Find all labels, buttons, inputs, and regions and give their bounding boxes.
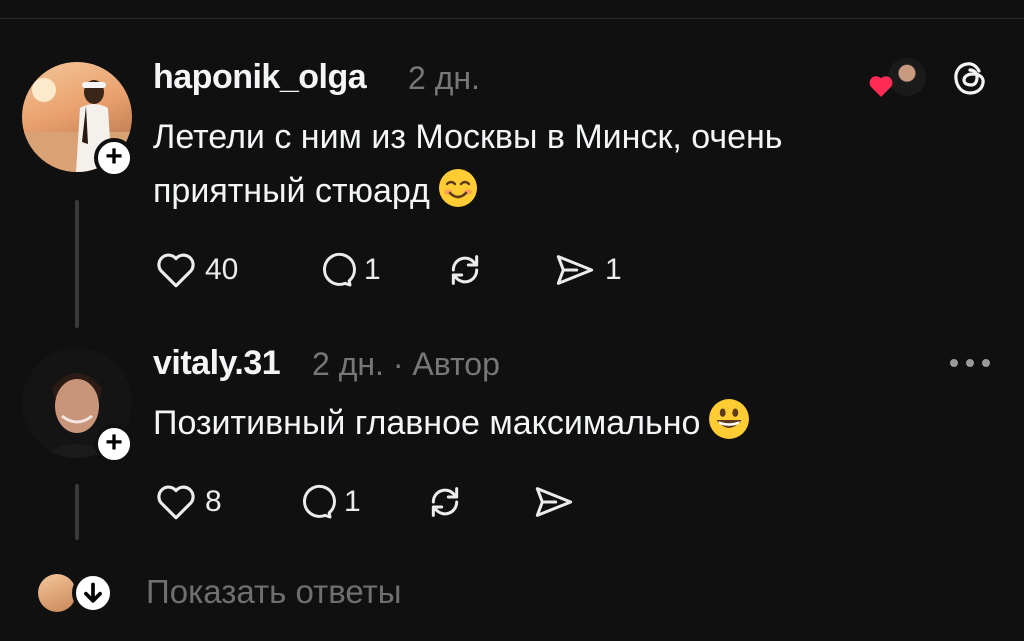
comment-time: 2 дн. (312, 346, 384, 382)
send-icon (535, 487, 573, 517)
comment-bubble-icon (322, 252, 356, 287)
follow-plus-button[interactable]: + (94, 138, 134, 178)
comment-text-line: Позитивный главное максимально (153, 404, 701, 442)
grinning-face-emoji-icon (708, 398, 750, 456)
reply-count: 1 (344, 485, 361, 518)
expand-down-button (72, 572, 114, 614)
comment-text-line2-wrap: приятный стюард (153, 164, 953, 224)
comment-timestamp: 2 дн. (408, 60, 480, 96)
reply-avatar-small (38, 574, 76, 612)
repost-icon (451, 255, 479, 285)
comment-text: Позитивный главное максимально (153, 396, 953, 456)
top-divider (0, 18, 1024, 19)
comment-timestamp: 2 дн. · Автор (312, 346, 500, 383)
share-button[interactable] (532, 482, 576, 522)
liked-by-author-indicator[interactable] (866, 58, 930, 98)
comment-text-line1: Летели с ним из Москвы в Минск, очень (153, 118, 783, 156)
heart-icon (157, 485, 195, 520)
repost-icon (431, 487, 459, 517)
arrow-down-icon (84, 582, 102, 603)
comment-username[interactable]: haponik_olga (153, 58, 367, 97)
comment-bubble-icon (302, 484, 336, 519)
follow-plus-button[interactable]: + (94, 424, 134, 464)
reply-count: 1 (364, 253, 381, 286)
smiling-face-emoji-icon (438, 168, 478, 224)
like-button[interactable]: 40 (155, 250, 238, 290)
reply-button[interactable]: 1 (294, 482, 361, 522)
like-count: 40 (205, 253, 239, 286)
heart-icon (157, 253, 195, 288)
heart-filled-icon (869, 76, 893, 97)
like-button[interactable]: 8 (155, 482, 222, 522)
thread-line (75, 200, 79, 328)
more-options-icon[interactable] (948, 357, 992, 369)
comment-text: Летели с ним из Москвы в Минск, очень пр… (153, 110, 953, 224)
like-count: 8 (205, 485, 222, 518)
show-replies-label[interactable]: Показать ответы (146, 573, 401, 611)
comment-text-line2: приятный стюард (153, 172, 430, 210)
thread-line (75, 484, 79, 540)
share-button[interactable]: 1 (553, 250, 622, 290)
share-count: 1 (605, 253, 622, 286)
repost-button[interactable] (424, 482, 466, 522)
threads-logo-icon[interactable] (950, 58, 990, 98)
send-icon (556, 255, 594, 285)
reply-button[interactable]: 1 (314, 250, 381, 290)
comment-username[interactable]: vitaly.31 (153, 344, 281, 383)
repost-button[interactable] (444, 250, 486, 290)
author-badge: · Автор (392, 346, 500, 382)
